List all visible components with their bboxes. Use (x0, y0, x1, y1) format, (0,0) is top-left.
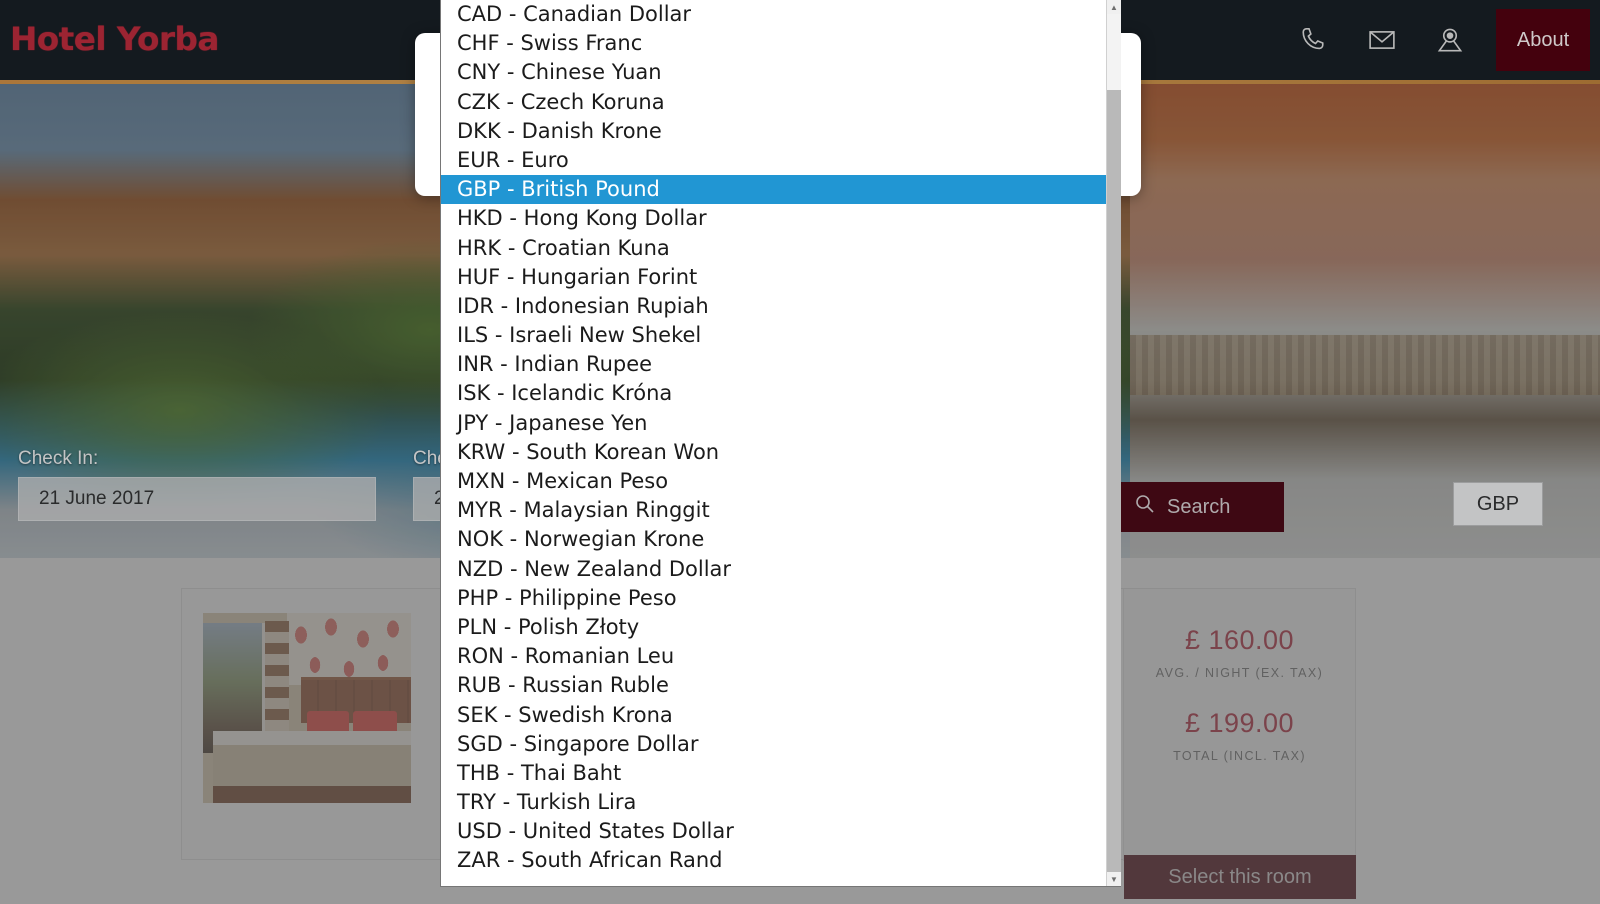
scrollbar-thumb[interactable] (1107, 90, 1121, 880)
currency-option[interactable]: HRK - Croatian Kuna (441, 234, 1108, 263)
currency-option[interactable]: TRY - Turkish Lira (441, 788, 1108, 817)
envelope-icon[interactable] (1348, 0, 1416, 80)
about-button[interactable]: About (1496, 9, 1590, 71)
map-pin-icon[interactable] (1416, 0, 1484, 80)
scrollbar-track-top[interactable] (1107, 14, 1121, 90)
dropdown-scrollbar[interactable]: ▲ ▼ (1106, 0, 1121, 886)
header-actions: About (1280, 0, 1600, 80)
price-avg-night: £ 160.00 (1184, 625, 1295, 655)
currency-option[interactable]: NOK - Norwegian Krone (441, 525, 1108, 554)
checkin-label: Check In: (18, 448, 99, 469)
currency-option[interactable]: RUB - Russian Ruble (441, 671, 1108, 700)
currency-option[interactable]: MYR - Malaysian Ringgit (441, 496, 1108, 525)
currency-option[interactable]: CHF - Swiss Franc (441, 29, 1108, 58)
page-root: Check In: 21 June 2017 Check Out: 22 Jun… (0, 0, 1600, 904)
currency-option[interactable]: THB - Thai Baht (441, 759, 1108, 788)
search-button-label: Search (1167, 495, 1231, 518)
search-button[interactable]: Search (1117, 482, 1284, 532)
select-this-room-button[interactable]: Select this room (1124, 855, 1356, 899)
currency-option[interactable]: CAD - Canadian Dollar (441, 0, 1108, 29)
currency-option[interactable]: IDR - Indonesian Rupiah (441, 292, 1108, 321)
currency-option[interactable]: SEK - Swedish Krona (441, 701, 1108, 730)
search-icon (1135, 494, 1155, 520)
currency-option[interactable]: CZK - Czech Koruna (441, 88, 1108, 117)
currency-option[interactable]: DKK - Danish Krone (441, 117, 1108, 146)
currency-option[interactable]: HKD - Hong Kong Dollar (441, 204, 1108, 233)
price-avg-caption: AVG. / NIGHT (EX. TAX) (1155, 666, 1324, 680)
price-panel: £ 160.00 AVG. / NIGHT (EX. TAX) £ 199.00… (1123, 589, 1356, 899)
phone-icon[interactable] (1280, 0, 1348, 80)
room-bed (213, 731, 411, 803)
currency-option[interactable]: HUF - Hungarian Forint (441, 263, 1108, 292)
room-wallpaper (287, 613, 411, 685)
currency-option[interactable]: PLN - Polish Złoty (441, 613, 1108, 642)
currency-option[interactable]: USD - United States Dollar (441, 817, 1108, 846)
currency-option[interactable]: RON - Romanian Leu (441, 642, 1108, 671)
currency-option-list[interactable]: CAD - Canadian Dollar CHF - Swiss Franc CN… (441, 0, 1108, 886)
room-photo (203, 613, 411, 803)
currency-option[interactable]: MXN - Mexican Peso (441, 467, 1108, 496)
currency-option[interactable]: GBP - British Pound (441, 175, 1108, 205)
room-curtain (265, 621, 289, 749)
currency-option[interactable]: ILS - Israeli New Shekel (441, 321, 1108, 350)
currency-option[interactable]: NZD - New Zealand Dollar (441, 555, 1108, 584)
scroll-down-arrow-icon[interactable]: ▼ (1107, 872, 1121, 886)
currency-option[interactable]: EUR - Euro (441, 146, 1108, 175)
currency-dropdown[interactable]: CAD - Canadian Dollar CHF - Swiss Franc CN… (440, 0, 1121, 887)
currency-option[interactable]: JPY - Japanese Yen (441, 409, 1108, 438)
currency-option[interactable]: INR - Indian Rupee (441, 350, 1108, 379)
currency-option[interactable]: KRW - South Korean Won (441, 438, 1108, 467)
price-total-caption: TOTAL (INCL. TAX) (1173, 749, 1306, 763)
currency-option[interactable]: SGD - Singapore Dollar (441, 730, 1108, 759)
scroll-up-arrow-icon[interactable]: ▲ (1107, 0, 1121, 14)
currency-option[interactable]: PHP - Philippine Peso (441, 584, 1108, 613)
checkin-input[interactable]: 21 June 2017 (18, 477, 376, 521)
checkin-field: Check In: 21 June 2017 (18, 448, 376, 521)
currency-select[interactable]: GBP (1453, 482, 1543, 526)
site-logo[interactable]: Hotel Yorba (10, 20, 219, 58)
currency-option[interactable]: CNY - Chinese Yuan (441, 58, 1108, 87)
currency-option[interactable]: ISK - Icelandic Króna (441, 379, 1108, 408)
currency-option[interactable]: ZAR - South African Rand (441, 846, 1108, 875)
price-total: £ 199.00 (1184, 708, 1295, 738)
